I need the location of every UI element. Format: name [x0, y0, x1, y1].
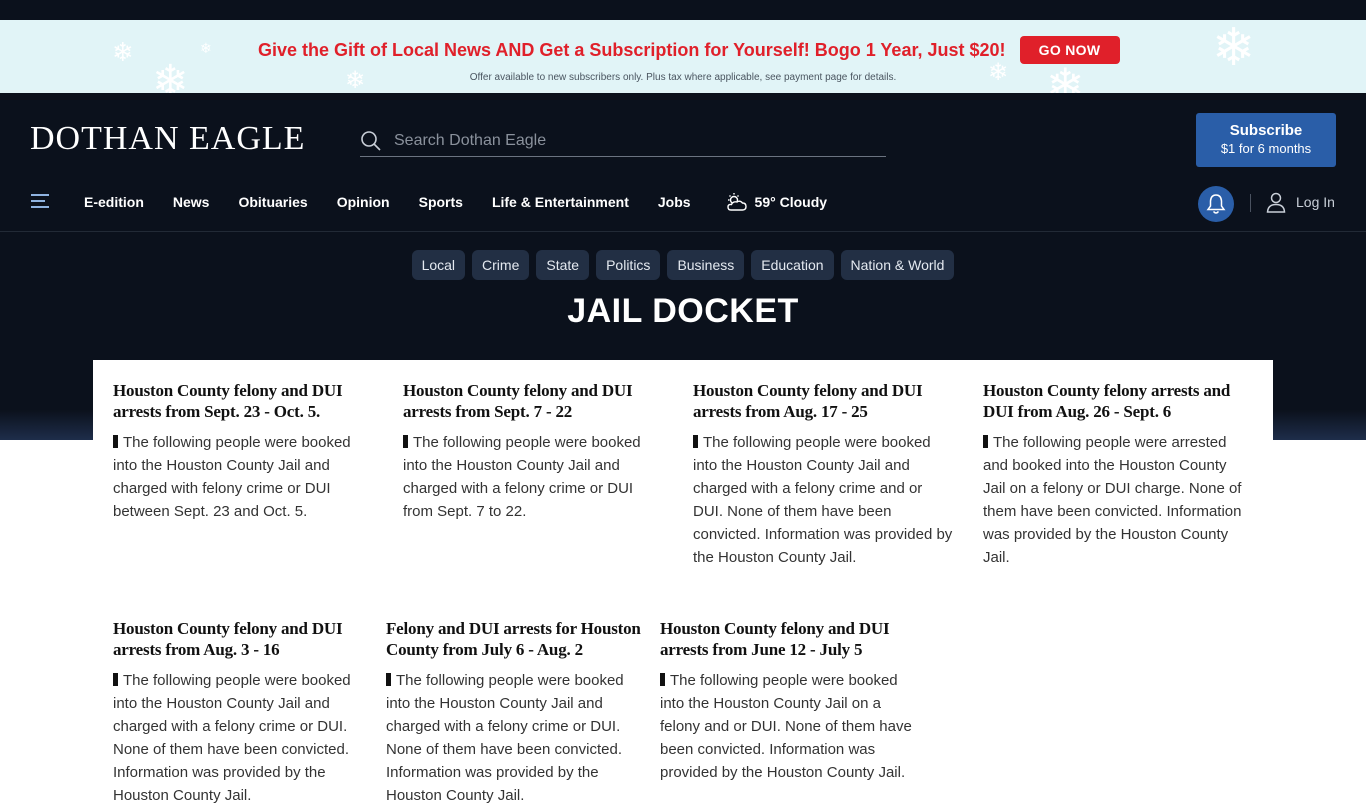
- subnav-crime[interactable]: Crime: [472, 250, 530, 280]
- snowflake-icon: ❄: [112, 38, 134, 68]
- user-icon: [1266, 192, 1286, 213]
- article-card[interactable]: Houston County felony and DUI arrests fr…: [113, 380, 373, 523]
- page-title: JAIL DOCKET: [567, 292, 799, 330]
- article-headline[interactable]: Houston County felony and DUI arrests fr…: [660, 618, 915, 660]
- notifications-button[interactable]: [1198, 186, 1234, 222]
- article-row: Houston County felony and DUI arrests fr…: [93, 598, 1273, 804]
- article-headline[interactable]: Houston County felony and DUI arrests fr…: [113, 618, 368, 660]
- article-card[interactable]: Houston County felony and DUI arrests fr…: [403, 380, 663, 523]
- nav-item-e-edition[interactable]: E-edition: [84, 194, 144, 210]
- article-summary: The following people were booked into th…: [386, 672, 624, 804]
- article-summary: The following people were booked into th…: [693, 434, 953, 566]
- article-card[interactable]: Felony and DUI arrests for Houston Count…: [386, 618, 641, 807]
- search-bar[interactable]: [360, 126, 886, 157]
- subnav-state[interactable]: State: [536, 250, 590, 280]
- top-strip: [0, 0, 1366, 20]
- article-headline[interactable]: Houston County felony and DUI arrests fr…: [113, 380, 373, 422]
- subscribe-label: Subscribe: [1229, 122, 1303, 139]
- promo-headline[interactable]: Give the Gift of Local News AND Get a Su…: [258, 40, 1006, 61]
- article-summary: The following people were booked into th…: [660, 672, 912, 781]
- snowflake-icon: ❄: [200, 41, 212, 57]
- weather-text: 59° Cloudy: [754, 194, 828, 210]
- article-card[interactable]: Houston County felony arrests and DUI fr…: [983, 380, 1253, 569]
- nav-item-life-entertainment[interactable]: Life & Entertainment: [492, 194, 629, 210]
- nav-divider: [1250, 194, 1251, 212]
- weather-widget[interactable]: 59° Cloudy: [725, 192, 828, 212]
- section-subnav: Local Crime State Politics Business Educ…: [0, 250, 1366, 280]
- subnav-business[interactable]: Business: [667, 250, 745, 280]
- article-card[interactable]: Houston County felony and DUI arrests fr…: [660, 618, 915, 784]
- article-summary: The following people were booked into th…: [403, 434, 641, 520]
- article-summary: The following people were arrested and b…: [983, 434, 1242, 566]
- article-headline[interactable]: Houston County felony arrests and DUI fr…: [983, 380, 1253, 422]
- snowflake-icon: ❄: [1212, 20, 1256, 78]
- article-headline[interactable]: Felony and DUI arrests for Houston Count…: [386, 618, 641, 660]
- bell-icon: [1206, 194, 1226, 214]
- nav-item-opinion[interactable]: Opinion: [337, 194, 390, 210]
- nav-item-sports[interactable]: Sports: [419, 194, 463, 210]
- subscribe-offer: $1 for 6 months: [1220, 141, 1312, 156]
- go-now-button[interactable]: GO NOW: [1019, 36, 1120, 64]
- article-headline[interactable]: Houston County felony and DUI arrests fr…: [693, 380, 953, 422]
- article-grid: Houston County felony and DUI arrests fr…: [93, 360, 1273, 804]
- article-card[interactable]: Houston County felony and DUI arrests fr…: [693, 380, 953, 569]
- article-headline[interactable]: Houston County felony and DUI arrests fr…: [403, 380, 663, 422]
- subnav-education[interactable]: Education: [751, 250, 834, 280]
- menu-icon[interactable]: [31, 194, 49, 210]
- subnav-politics[interactable]: Politics: [596, 250, 661, 280]
- nav-item-news[interactable]: News: [173, 194, 210, 210]
- main-nav: E-edition News Obituaries Opinion Sports…: [0, 184, 1366, 222]
- article-row: Houston County felony and DUI arrests fr…: [93, 360, 1273, 598]
- promo-banner[interactable]: ❄ ❄ ❄ ❄ ❄ ❄ ❄ Give the Gift of Local New…: [0, 20, 1366, 93]
- nav-item-obituaries[interactable]: Obituaries: [238, 194, 307, 210]
- login-label: Log In: [1296, 194, 1335, 210]
- login-button[interactable]: Log In: [1266, 184, 1335, 220]
- site-header: DOTHAN EAGLE Subscribe $1 for 6 months E…: [0, 93, 1366, 231]
- article-card[interactable]: Houston County felony and DUI arrests fr…: [113, 618, 368, 807]
- article-summary: The following people were booked into th…: [113, 434, 351, 520]
- site-logo[interactable]: DOTHAN EAGLE: [30, 120, 305, 158]
- partly-cloudy-icon: [726, 193, 747, 211]
- search-input[interactable]: [394, 132, 854, 150]
- article-summary: The following people were booked into th…: [113, 672, 351, 804]
- subscribe-button[interactable]: Subscribe $1 for 6 months: [1196, 113, 1336, 167]
- search-icon[interactable]: [360, 130, 382, 152]
- promo-fine-print: Offer available to new subscribers only.…: [469, 72, 897, 83]
- subnav-nation-world[interactable]: Nation & World: [840, 250, 955, 280]
- subnav-local[interactable]: Local: [411, 250, 466, 280]
- nav-item-jobs[interactable]: Jobs: [658, 194, 691, 210]
